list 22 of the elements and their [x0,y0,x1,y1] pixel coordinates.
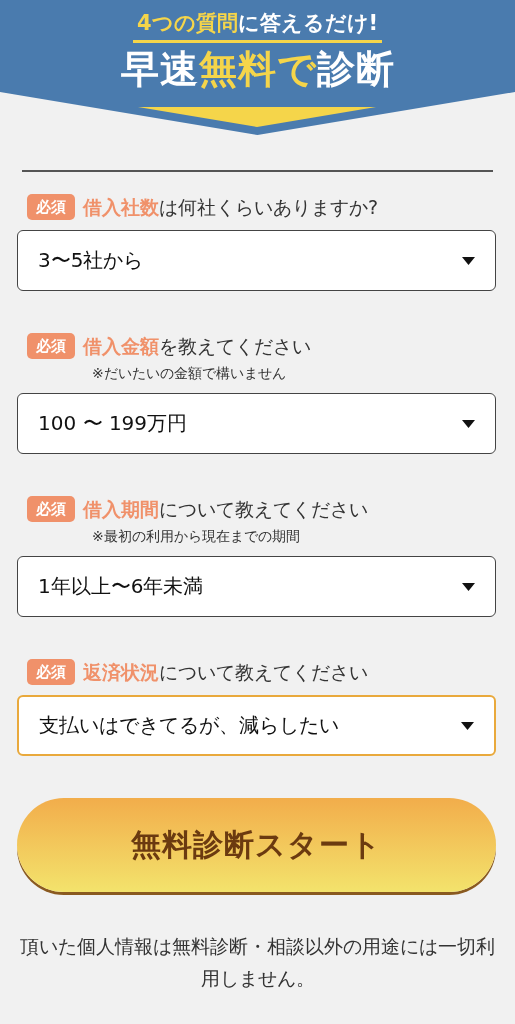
required-badge: 必須 [27,333,75,359]
select-field[interactable]: 支払いはできてるが、減らしたい [17,695,496,756]
required-badge: 必須 [27,659,75,685]
caret-icon [462,256,475,265]
caret-icon [462,419,475,428]
select-field[interactable]: 100 〜 199万円 [17,393,496,454]
select-field[interactable]: 3〜5社から [17,230,496,291]
headline: 早速無料で診断 [119,46,396,93]
question-label: 借入社数は何社くらいありますか? [83,195,379,220]
question-note: ※最初の利用から現在までの期間 [91,528,301,546]
caret-icon [462,582,475,591]
start-button[interactable]: 無料診断スタート [17,798,496,892]
select-field[interactable]: 1年以上〜6年未満 [17,556,496,617]
required-badge: 必須 [27,496,75,522]
tagline: 4つの質問に答えるだけ! [132,8,383,43]
disclaimer-text: 頂いた個人情報は無料診断・相談以外の用途には一切利用しません。 [19,934,496,991]
question-label: 借入期間について教えてください [83,497,368,522]
question-label: 借入金額を教えてください [83,334,311,359]
question-note: ※だいたいの金額で構いません [91,365,287,383]
required-badge: 必須 [27,194,75,220]
caret-icon [461,721,474,730]
question-label: 返済状況について教えてください [83,660,368,685]
